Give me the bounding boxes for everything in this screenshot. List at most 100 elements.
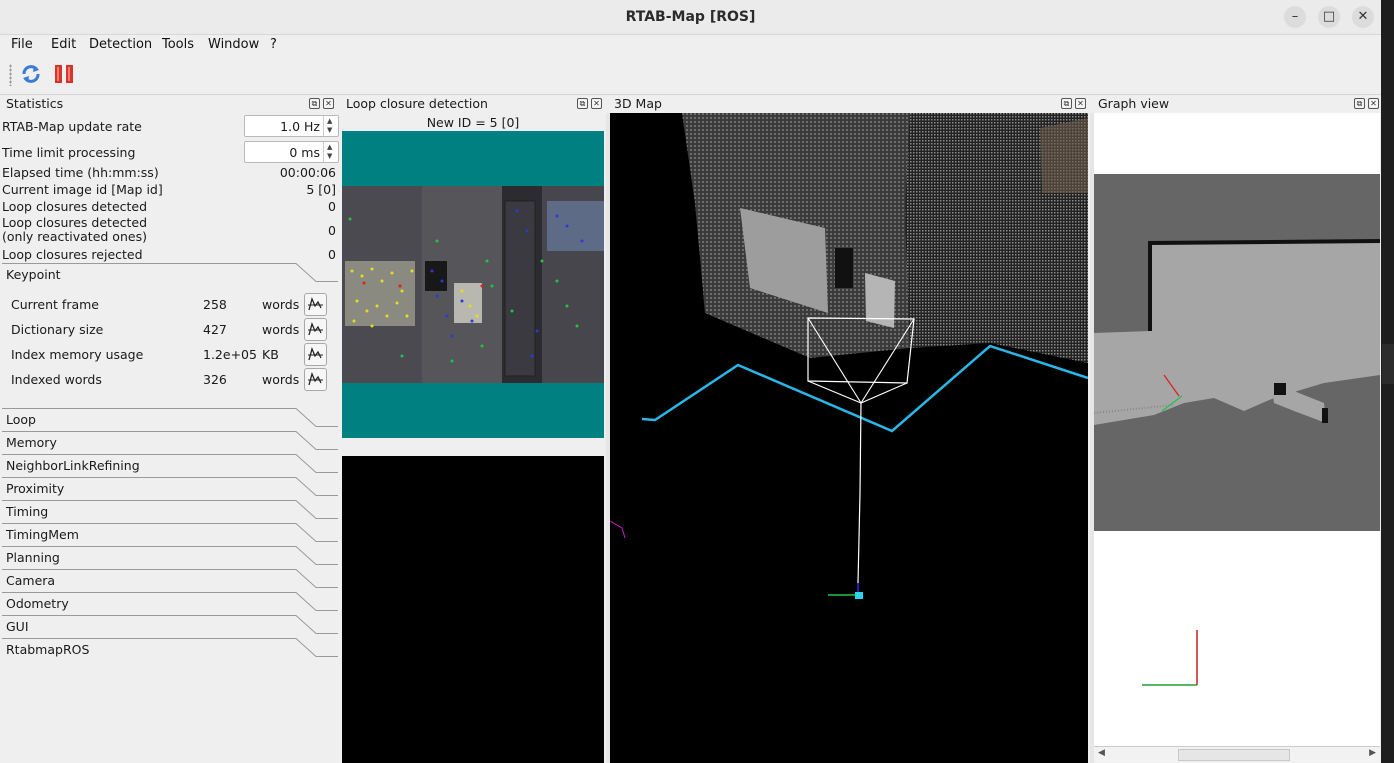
keypoint-value: 1.2e+05 xyxy=(203,347,257,362)
group-proximity[interactable]: Proximity xyxy=(2,477,338,499)
minimize-icon: – xyxy=(1291,9,1299,24)
loop-match-image-view[interactable] xyxy=(342,456,604,763)
time-limit-label: Time limit processing xyxy=(2,145,136,160)
main-window: RTAB-Map [ROS] – □ ✕ File Edit Detection… xyxy=(0,0,1381,763)
menu-tools[interactable]: Tools xyxy=(162,37,194,52)
pause-icon[interactable] xyxy=(53,63,75,85)
menu-file[interactable]: File xyxy=(11,37,33,52)
graph-view[interactable] xyxy=(1094,113,1380,750)
group-rtabmapros[interactable]: RtabmapROS xyxy=(2,638,338,660)
splitter[interactable] xyxy=(1090,113,1094,763)
stat-label: Elapsed time (hh:mm:ss) xyxy=(2,165,159,180)
refresh-icon[interactable] xyxy=(20,63,42,85)
stat-row: Loop closures detected 0 xyxy=(2,199,338,215)
menu-detection[interactable]: Detection xyxy=(89,37,152,52)
stat-row: Loop closures rejected 0 xyxy=(2,247,338,263)
group-timingmem[interactable]: TimingMem xyxy=(2,523,338,545)
update-rate-value: 1.0 Hz xyxy=(280,119,320,134)
update-rate-row: RTAB-Map update rate 1.0 Hz ▲ ▼ xyxy=(2,115,339,138)
plot-button[interactable] xyxy=(304,318,327,341)
menu-help[interactable]: ? xyxy=(270,37,277,52)
update-rate-spinbox[interactable]: 1.0 Hz ▲ ▼ xyxy=(244,115,339,137)
group-label: TimingMem xyxy=(6,527,79,542)
window-title: RTAB-Map [ROS] xyxy=(625,9,756,25)
plot-button[interactable] xyxy=(304,293,327,316)
float-icon[interactable]: ⧉ xyxy=(577,98,588,109)
close-dock-icon[interactable]: ✕ xyxy=(1075,98,1086,109)
group-neighborlinkrefining[interactable]: NeighborLinkRefining xyxy=(2,454,338,476)
spin-arrows[interactable]: ▲ ▼ xyxy=(323,142,338,162)
float-icon[interactable]: ⧉ xyxy=(1354,98,1365,109)
maximize-icon: □ xyxy=(1322,9,1336,24)
stat-label: Current image id [Map id] xyxy=(2,182,163,197)
stat-value: 00:00:06 xyxy=(279,165,336,180)
keypoint-label: Dictionary size xyxy=(11,322,104,337)
stat-label: Loop closures rejected xyxy=(2,247,143,262)
close-dock-icon[interactable]: ✕ xyxy=(591,98,602,109)
keypoint-unit: KB xyxy=(262,347,279,362)
keypoint-value: 258 xyxy=(203,297,227,312)
stat-value: 0 xyxy=(328,247,336,262)
group-gui[interactable]: GUI xyxy=(2,615,338,637)
menu-edit[interactable]: Edit xyxy=(51,37,76,52)
statistics-dock-buttons: ⧉ ✕ xyxy=(309,98,335,110)
keypoint-row: Current frame 258 words xyxy=(11,293,331,317)
chevron-right-icon[interactable]: ▶ xyxy=(1369,748,1376,758)
chevron-up-icon: ▲ xyxy=(327,117,333,125)
chevron-down-icon: ▼ xyxy=(327,126,333,134)
graph-horizontal-scrollbar[interactable]: ◀ ▶ xyxy=(1094,746,1380,762)
plot-button[interactable] xyxy=(304,368,327,391)
group-camera[interactable]: Camera xyxy=(2,569,338,591)
group-keypoint-label: Keypoint xyxy=(6,267,61,282)
point-cloud-render xyxy=(610,113,1088,599)
menu-bar: File Edit Detection Tools Window ? xyxy=(0,35,1381,55)
scrollbar-thumb[interactable] xyxy=(1178,749,1290,761)
stat-row: Elapsed time (hh:mm:ss) 00:00:06 xyxy=(2,165,338,181)
graph-dock-buttons: ⧉ ✕ xyxy=(1354,98,1380,110)
close-dock-icon[interactable]: ✕ xyxy=(323,98,334,109)
menu-window[interactable]: Window xyxy=(208,37,259,52)
group-timing[interactable]: Timing xyxy=(2,500,338,522)
desktop-background-right xyxy=(1382,56,1394,763)
maximize-button[interactable]: □ xyxy=(1318,6,1340,28)
stat-row: Current image id [Map id] 5 [0] xyxy=(2,182,338,198)
group-planning[interactable]: Planning xyxy=(2,546,338,568)
stat-value: 0 xyxy=(328,199,336,214)
group-label: Proximity xyxy=(6,481,65,496)
stat-value: 0 xyxy=(328,223,336,238)
chevron-left-icon[interactable]: ◀ xyxy=(1098,748,1105,758)
group-label: Camera xyxy=(6,573,56,588)
group-label: Memory xyxy=(6,435,57,450)
group-label: RtabmapROS xyxy=(6,642,90,657)
splitter[interactable] xyxy=(606,113,610,763)
keypoint-value: 326 xyxy=(203,372,227,387)
stat-label: Loop closures detected xyxy=(2,199,148,214)
keypoint-row: Dictionary size 427 words xyxy=(11,318,331,342)
loop-image-view[interactable] xyxy=(342,131,604,438)
time-limit-spinbox[interactable]: 0 ms ▲ ▼ xyxy=(244,141,339,163)
loop-new-id: New ID = 5 [0] xyxy=(426,115,520,130)
float-icon[interactable]: ⧉ xyxy=(309,98,320,109)
group-label: NeighborLinkRefining xyxy=(6,458,140,473)
chevron-down-icon: ▼ xyxy=(327,152,333,160)
close-dock-icon[interactable]: ✕ xyxy=(1368,98,1379,109)
keypoint-row: Indexed words 326 words xyxy=(11,368,331,392)
chevron-up-icon: ▲ xyxy=(327,143,333,151)
minimize-button[interactable]: – xyxy=(1284,6,1306,28)
map3d-dock-buttons: ⧉ ✕ xyxy=(1061,98,1087,110)
float-icon[interactable]: ⧉ xyxy=(1061,98,1072,109)
time-limit-value: 0 ms xyxy=(289,145,320,160)
toolbar-grip[interactable] xyxy=(9,64,12,86)
group-odometry[interactable]: Odometry xyxy=(2,592,338,614)
group-memory[interactable]: Memory xyxy=(2,431,338,453)
title-bar: RTAB-Map [ROS] – □ ✕ xyxy=(0,0,1381,35)
close-button[interactable]: ✕ xyxy=(1352,6,1374,28)
keypoint-label: Indexed words xyxy=(11,372,102,387)
group-keypoint[interactable]: Keypoint xyxy=(2,263,338,285)
map3d-view[interactable] xyxy=(610,113,1088,763)
group-loop[interactable]: Loop xyxy=(2,408,338,430)
spin-arrows[interactable]: ▲ ▼ xyxy=(323,116,338,136)
graph-dock-title: Graph view xyxy=(1098,96,1170,111)
plot-button[interactable] xyxy=(304,343,327,366)
group-label: Planning xyxy=(6,550,60,565)
